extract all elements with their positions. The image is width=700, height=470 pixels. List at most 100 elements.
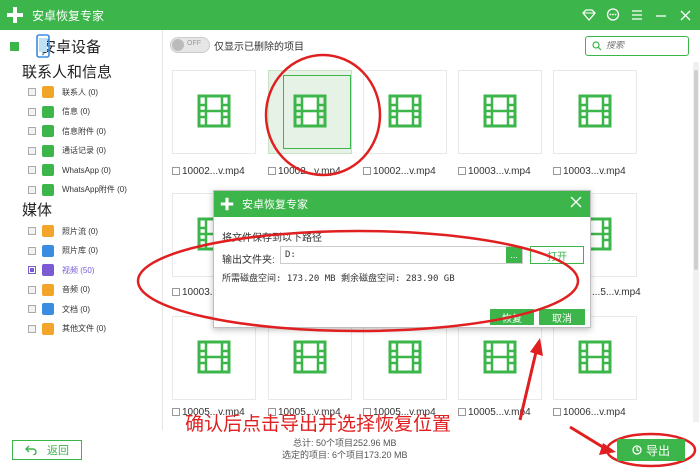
- file-checkbox[interactable]: [268, 167, 276, 175]
- menu-icon[interactable]: [628, 6, 646, 24]
- message-icon: [42, 105, 54, 118]
- whatsapp-icon: [42, 164, 54, 176]
- sidebar-item-checkbox[interactable]: [28, 305, 36, 313]
- video-tile[interactable]: [172, 316, 256, 400]
- sidebar-item[interactable]: 音频 (0): [28, 281, 90, 299]
- file-name[interactable]: 10002...v.mp4: [363, 164, 455, 178]
- sidebar-item[interactable]: 通话记录 (0): [28, 142, 106, 160]
- deleted-only-toggle[interactable]: OFF: [170, 37, 210, 53]
- open-folder-button[interactable]: 打开: [530, 246, 584, 264]
- video-tile[interactable]: [268, 70, 352, 154]
- sidebar-item[interactable]: 信息附件 (0): [28, 122, 106, 140]
- file-checkbox[interactable]: [172, 167, 180, 175]
- chat-icon[interactable]: [604, 6, 622, 24]
- video-tile[interactable]: [268, 316, 352, 400]
- save-path-prompt: 将文件保存到以下路径: [222, 233, 322, 244]
- sidebar-item-checkbox[interactable]: [28, 127, 36, 135]
- sidebar-item-checkbox[interactable]: [28, 227, 36, 235]
- cancel-button[interactable]: 取消: [539, 309, 585, 325]
- document-icon: [42, 303, 54, 315]
- section-media-heading: 媒体: [22, 202, 53, 219]
- annotation-arrow-right: [569, 425, 607, 451]
- deleted-only-label: 仅显示已删除的项目: [214, 42, 304, 53]
- sidebar-item-checkbox[interactable]: [28, 324, 36, 333]
- file-checkbox[interactable]: [553, 167, 561, 175]
- close-icon[interactable]: [676, 6, 694, 24]
- sidebar: 安卓设备 联系人和信息 联系人 (0) 信息 (0) 信息附件 (0) 通话记录 (0…: [0, 30, 163, 430]
- video-icon: [42, 264, 54, 276]
- video-tile[interactable]: [553, 316, 637, 400]
- video-file-icon: [196, 93, 232, 132]
- sidebar-item-checkbox[interactable]: [28, 107, 36, 116]
- device-row[interactable]: 安卓设备: [10, 34, 102, 58]
- export-dialog: 安卓恢复专家 将文件保存到以下路径 输出文件夹: ... 打开 所需磁盘空间: …: [213, 190, 591, 328]
- sidebar-item-label: 通话记录 (0): [62, 146, 106, 155]
- device-checkbox[interactable]: [10, 42, 19, 51]
- sidebar-item-label: 信息 (0): [62, 107, 90, 116]
- sidebar-item-checkbox[interactable]: [28, 285, 36, 294]
- photostream-icon: [42, 225, 54, 237]
- sidebar-item-label: 文档 (0): [62, 304, 90, 314]
- whatsapp-attachment-icon: [42, 183, 54, 196]
- file-checkbox[interactable]: [172, 408, 180, 416]
- video-tile[interactable]: [553, 70, 637, 154]
- video-tile[interactable]: [458, 316, 542, 400]
- file-name[interactable]: ...5...v.mp4: [582, 285, 674, 299]
- file-checkbox[interactable]: [458, 167, 466, 175]
- sidebar-item[interactable]: 联系人 (0): [28, 83, 98, 101]
- browse-folder-button[interactable]: ...: [506, 247, 522, 263]
- video-file-icon: [482, 93, 518, 132]
- sidebar-item[interactable]: WhatsApp附件 (0): [28, 181, 127, 199]
- scrollbar-thumb[interactable]: [694, 70, 698, 270]
- sidebar-item[interactable]: 照片库 (0): [28, 242, 98, 260]
- minimize-icon[interactable]: [652, 6, 670, 24]
- sidebar-item-label: WhatsApp附件 (0): [62, 185, 127, 194]
- grid-scrollbar[interactable]: [693, 62, 699, 422]
- device-name: 安卓设备: [41, 39, 102, 56]
- back-button[interactable]: 返回: [12, 440, 82, 460]
- sidebar-item[interactable]: 视频 (50): [28, 261, 94, 279]
- file-checkbox[interactable]: [363, 167, 371, 175]
- toggle-knob: [172, 39, 184, 51]
- file-checkbox[interactable]: [553, 408, 561, 416]
- file-name-label: ...5...v.mp4: [592, 286, 641, 298]
- dialog-close-icon[interactable]: [570, 195, 582, 211]
- export-button[interactable]: 导出: [617, 439, 685, 461]
- video-tile[interactable]: [363, 316, 447, 400]
- file-name-label: 10002...v.mp4: [373, 165, 436, 177]
- sidebar-item-checkbox[interactable]: [28, 246, 36, 255]
- output-folder-input[interactable]: [280, 246, 523, 264]
- sidebar-item[interactable]: 信息 (0): [28, 103, 90, 121]
- sidebar-item[interactable]: 其他文件 (0): [28, 320, 106, 338]
- file-name-label: 10005...v.mp4: [468, 406, 531, 418]
- file-name[interactable]: 10003...v.mp4: [458, 164, 550, 178]
- search-box[interactable]: [585, 36, 689, 56]
- contact-icon: [42, 86, 54, 98]
- sidebar-item-checkbox[interactable]: [28, 185, 36, 194]
- file-name[interactable]: 10002...v.mp4: [172, 164, 264, 178]
- file-checkbox[interactable]: [458, 408, 466, 416]
- restore-button[interactable]: 恢复: [490, 309, 534, 325]
- sidebar-item-checkbox[interactable]: [28, 146, 36, 155]
- back-label: 返回: [47, 445, 69, 457]
- sidebar-item[interactable]: 文档 (0): [28, 300, 90, 318]
- sidebar-item-checkbox[interactable]: [28, 88, 36, 96]
- sidebar-item-label: WhatsApp (0): [62, 165, 111, 175]
- disk-space-info: 所需磁盘空间: 173.20 MB 剩余磁盘空间: 283.90 GB: [222, 274, 455, 284]
- file-name[interactable]: 10002...v.mp4: [268, 164, 360, 178]
- file-name[interactable]: 10005...v.mp4: [458, 405, 550, 419]
- file-name[interactable]: 10003...v.mp4: [553, 164, 645, 178]
- video-tile[interactable]: [458, 70, 542, 154]
- file-checkbox[interactable]: [172, 288, 180, 296]
- video-tile[interactable]: [363, 70, 447, 154]
- sidebar-item[interactable]: 照片流 (0): [28, 222, 98, 240]
- diamond-icon[interactable]: [580, 6, 598, 24]
- dialog-logo-icon: [220, 197, 234, 211]
- file-name[interactable]: 10006...v.mp4: [553, 405, 645, 419]
- video-file-icon: [577, 339, 613, 378]
- sidebar-item-checkbox[interactable]: [28, 266, 36, 274]
- search-input[interactable]: [606, 41, 676, 51]
- video-tile[interactable]: [172, 70, 256, 154]
- sidebar-item-checkbox[interactable]: [28, 166, 36, 174]
- sidebar-item[interactable]: WhatsApp (0): [28, 161, 111, 179]
